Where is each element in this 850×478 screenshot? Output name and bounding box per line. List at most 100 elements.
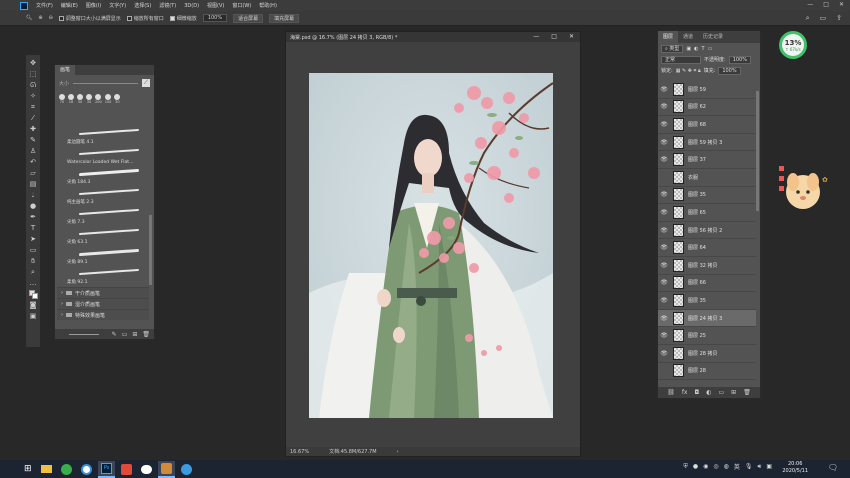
visibility-eye-icon[interactable]: 👁︎ [658,297,670,304]
visibility-eye-icon[interactable]: 👁︎ [658,227,670,234]
network-speed-badge[interactable]: 13% ↑ 67k/s [779,31,807,59]
layer-row[interactable]: 👁︎ 图层 28 拷贝 [658,345,756,363]
menu-filter[interactable]: 滤镜(T) [155,2,180,9]
new-brush-icon[interactable]: ⊞ [132,331,137,338]
photoshop-taskbar-icon[interactable]: Ps [98,460,115,478]
visibility-eye-icon[interactable]: 👁︎ [658,156,670,163]
brush-tip[interactable]: 18 [68,94,74,104]
brush-size-slider[interactable] [73,82,138,84]
gradient-tool-icon[interactable]: ▤ [28,179,38,189]
file-explorer-icon[interactable] [38,461,55,478]
brush-tool-icon[interactable]: ✎ [28,135,38,145]
wechat-tray-icon[interactable]: ● [693,463,698,470]
shield-icon[interactable]: ⛨ [683,463,688,471]
fill-field[interactable]: 100% [718,66,741,75]
brush-item[interactable]: 柔角 92.1 [57,277,149,287]
brush-tip[interactable]: 30 [114,94,121,104]
filter-shape-icon[interactable]: ▭ [708,46,713,52]
brush-tip[interactable]: 70 [59,94,65,104]
marquee-tool-icon[interactable]: ⬚ [28,69,38,79]
layer-row[interactable]: 👁︎ 图层 32 拷贝 [658,257,756,275]
menu-view[interactable]: 视图(V) [203,2,228,9]
opacity-field[interactable]: 100% [728,55,751,64]
minimize-icon[interactable]: — [807,1,813,8]
new-layer-icon[interactable]: ⊞ [731,389,736,396]
zoom-value-field[interactable]: 100% [202,14,228,22]
brush-item[interactable]: Watercolor Loaded Wet Flat... [57,157,149,167]
tab-channels[interactable]: 通道 [678,31,698,43]
layer-row[interactable]: 👁︎ 图层 62 [658,99,756,117]
brush-folder[interactable]: › 特殊效果画笔 [57,309,149,320]
visibility-eye-icon[interactable]: 👁︎ [658,244,670,251]
crop-tool-icon[interactable]: ⌗ [28,102,38,112]
ie-browser-icon[interactable] [78,461,95,478]
workspace-icon[interactable]: ▭ [820,14,827,23]
share-icon[interactable]: ⇪ [836,14,842,23]
visibility-eye-icon[interactable]: 👁︎ [658,262,670,269]
brush-stroke-preview[interactable] [57,207,149,217]
doc-maximize-icon[interactable]: □ [551,33,557,40]
dodge-tool-icon[interactable]: ● [28,201,38,211]
zoom-in-icon[interactable]: ⊕ [38,15,42,21]
zoom-out-icon[interactable]: ⊖ [49,15,53,21]
path-selection-tool-icon[interactable]: ➤ [28,234,38,244]
search-icon[interactable]: ⌕ [806,14,810,23]
brush-folder[interactable]: › 湿介质画笔 [57,298,149,309]
wps-icon[interactable] [118,461,135,478]
brush-tip[interactable]: 200 [95,94,102,104]
menu-select[interactable]: 选择(S) [130,2,155,9]
adjustment-layer-icon[interactable]: ◐ [706,389,711,396]
browser-360-icon[interactable] [58,461,75,478]
more-tools-icon[interactable]: … [28,278,38,288]
blend-mode-select[interactable]: 正常 [661,55,701,64]
brush-stroke-icon[interactable]: ✎ [112,331,117,338]
menu-file[interactable]: 文件(F) [32,2,57,9]
notification-center-icon[interactable]: 🗨︎ [828,463,838,472]
layer-row[interactable]: 图层 28 [658,363,756,381]
brushes-tab[interactable]: 画笔 [55,65,76,75]
brush-stroke-preview[interactable] [57,127,149,137]
menu-edit[interactable]: 编辑(E) [57,2,82,9]
menu-help[interactable]: 帮助(H) [255,2,281,9]
brush-tip[interactable]: 30 [86,94,92,104]
visibility-eye-icon[interactable]: 👁︎ [658,350,670,357]
speaker-icon[interactable]: 🔊︎ [758,463,762,471]
add-mask-icon[interactable]: ◘ [694,389,699,396]
brush-list-scrollbar[interactable] [149,215,152,285]
brush-folder[interactable]: › 干介质画笔 [57,287,149,298]
brush-stroke-preview[interactable] [57,187,149,197]
menu-image[interactable]: 图像(I) [82,2,105,9]
tab-history[interactable]: 历史记录 [698,31,728,43]
brush-stroke-preview[interactable] [57,167,149,177]
layer-row[interactable]: 👁︎ 图层 65 [658,204,756,222]
layer-row[interactable]: 👁︎ 图层 35 [658,292,756,310]
quick-mask-icon[interactable]: ◙ [28,300,38,310]
zoom-readout[interactable]: 16.67% [290,449,309,455]
brush-preview-size-slider[interactable] [68,333,99,335]
clone-stamp-tool-icon[interactable]: ♙ [28,146,38,156]
brush-stroke-preview[interactable] [57,147,149,157]
delete-layer-icon[interactable]: 🗑︎ [743,389,751,396]
blur-tool-icon[interactable]: 💧︎ [28,190,38,200]
visibility-eye-icon[interactable]: 👁︎ [658,315,670,322]
visibility-eye-icon[interactable]: 👁︎ [658,103,670,110]
color-swatches-icon[interactable] [28,289,38,299]
visibility-eye-icon[interactable]: 👁︎ [658,209,670,216]
link-layers-icon[interactable]: ⛓ [667,389,675,396]
hand-tool-icon[interactable]: ✋︎ [28,256,38,266]
bear-app-icon[interactable] [158,460,175,478]
brush-stroke-preview[interactable] [57,227,149,237]
layer-style-icon[interactable]: fx [682,389,688,396]
brush-item[interactable]: 尖角 63.1 [57,237,149,247]
delete-icon[interactable]: 🗑︎ [142,331,150,338]
tab-layers[interactable]: 图层 [658,31,679,43]
layer-row[interactable]: 👁︎ 图层 68 [658,116,756,134]
pen-tool-icon[interactable]: ✒ [28,212,38,222]
start-windows-icon[interactable]: ⊞ [24,464,38,474]
brush-item[interactable]: 尖角 89.1 [57,257,149,267]
brush-stroke-preview[interactable] [57,267,149,277]
brush-tip[interactable]: 100 [105,94,111,104]
layer-row[interactable]: 👁︎ 图层 64 [658,239,756,257]
status-arrow-icon[interactable]: › [397,449,399,455]
layer-row[interactable]: 👁︎ 图层 59 拷贝 3 [658,134,756,152]
